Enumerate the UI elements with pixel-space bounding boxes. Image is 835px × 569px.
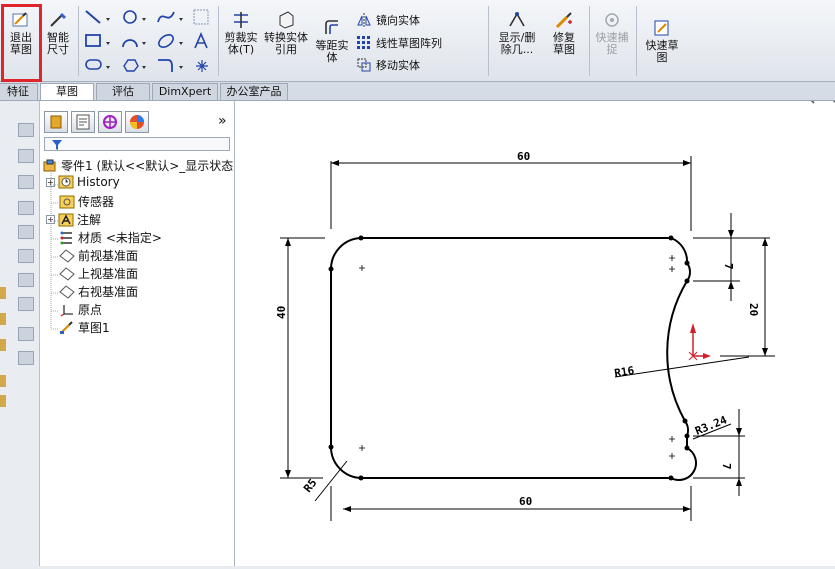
linear-pattern-button[interactable]: 线性草图阵列 bbox=[356, 35, 442, 51]
rectangle-icon[interactable] bbox=[85, 34, 101, 47]
quick-snaps-button[interactable]: 快速捕捉 bbox=[592, 10, 632, 56]
dim-text-right-mid[interactable]: 20 bbox=[747, 303, 760, 316]
dim-text-left[interactable]: 40 bbox=[275, 306, 288, 319]
trim-entities-button[interactable]: 剪裁实体(T) bbox=[220, 10, 262, 56]
slot-icon[interactable] bbox=[85, 59, 102, 70]
tree-item-label: 材质 <未指定> bbox=[78, 231, 162, 245]
view-zoom-area-icon[interactable] bbox=[822, 89, 835, 103]
mirror-icon bbox=[357, 13, 371, 27]
command-tabs: 特征 草图 评估 DimXpert 办公室产品 bbox=[0, 82, 835, 101]
tree-item-label: 原点 bbox=[78, 303, 103, 317]
dim-text-top[interactable]: 60 bbox=[517, 150, 530, 163]
tree-root-label: 零件1 (默认<<默认>_显示状态 bbox=[61, 159, 234, 173]
trim-icon bbox=[234, 12, 248, 28]
tree-item-label: History bbox=[77, 175, 120, 189]
tree-item-label: 右视基准面 bbox=[78, 285, 139, 299]
offset-icon bbox=[325, 20, 338, 34]
sketch-tools-grid bbox=[85, 9, 209, 72]
sketch-profile bbox=[330, 237, 697, 481]
tab-dimxpert[interactable]: DimXpert bbox=[152, 83, 218, 100]
linear-pattern-label: 线性草图阵列 bbox=[376, 37, 442, 50]
convert-entities-icon bbox=[279, 11, 294, 29]
rapid-sketch-button[interactable]: 快速草图 bbox=[640, 18, 684, 64]
tab-sketch[interactable]: 草图 bbox=[40, 83, 94, 100]
repair-label: 修复草图 bbox=[553, 31, 575, 56]
highlight-box bbox=[1, 4, 42, 82]
rapid-sketch-label: 快速草图 bbox=[645, 39, 679, 64]
panel-expand-button[interactable]: » bbox=[218, 113, 227, 129]
tree-item-label: 注解 bbox=[77, 213, 102, 227]
tree-item-label: 草图1 bbox=[78, 321, 110, 335]
tab-features[interactable]: 特征 bbox=[0, 83, 38, 100]
point-icon[interactable] bbox=[196, 60, 208, 72]
move-entities-button[interactable]: 移动实体 bbox=[356, 57, 420, 73]
dim-text-right-top[interactable]: 7 bbox=[722, 263, 735, 270]
circle-icon[interactable] bbox=[123, 10, 137, 24]
show-delete-label: 显示/删除几... bbox=[498, 31, 536, 56]
dim-text-right-bottom[interactable]: 7 bbox=[720, 463, 733, 470]
tab-evaluate[interactable]: 评估 bbox=[96, 83, 150, 100]
smart-dimension-icon bbox=[50, 12, 67, 27]
arc-icon[interactable] bbox=[122, 39, 138, 48]
quick-snap-label: 快速捕捉 bbox=[595, 31, 629, 56]
text-icon[interactable] bbox=[194, 31, 208, 49]
smart-dimension-label: 智能尺寸 bbox=[47, 31, 69, 56]
fillet-icon[interactable] bbox=[158, 59, 173, 72]
feature-manager-panel: » 零件1 (默认<<默认>_显示状态 + History 传感器 + 注解 材… bbox=[40, 101, 235, 566]
tree-item-label: 前视基准面 bbox=[78, 249, 139, 263]
convert-label: 转换实体引用 bbox=[264, 31, 308, 56]
smart-dimension-button[interactable]: 智能尺寸 bbox=[41, 10, 75, 56]
sketch-drawing: 60 60 40 7 20 7 R16 R3.24 R5 bbox=[275, 89, 835, 521]
trim-label: 剪裁实体(T) bbox=[224, 31, 258, 56]
leader-r16 bbox=[614, 356, 750, 378]
move-label: 移动实体 bbox=[376, 59, 420, 72]
grid-icon[interactable] bbox=[193, 9, 209, 25]
offset-label: 等距实体 bbox=[315, 39, 349, 64]
dim-text-r3[interactable]: R3.24 bbox=[693, 413, 729, 438]
configuration-icon bbox=[103, 115, 117, 129]
polygon-icon[interactable] bbox=[123, 59, 139, 72]
view-zoom-fit-icon[interactable] bbox=[800, 89, 815, 104]
display-manager-icon bbox=[130, 115, 144, 129]
mirror-label: 镜向实体 bbox=[376, 14, 420, 27]
dim-text-r16[interactable]: R16 bbox=[613, 364, 635, 380]
tree-item-label: 上视基准面 bbox=[78, 267, 139, 281]
command-manager-ribbon: 退出草图 智能尺寸 剪裁实体(T) 转换实体引用 等距实体 镜向实体 线性草图阵… bbox=[0, 0, 835, 82]
offset-entities-button[interactable]: 等距实体 bbox=[312, 18, 352, 64]
tree-item-label: 传感器 bbox=[78, 195, 115, 209]
graphics-area[interactable]: 60 60 40 7 20 7 R16 R3.24 R5 bbox=[235, 89, 835, 566]
display-manager-tab[interactable] bbox=[125, 111, 149, 133]
dim-text-bottom[interactable]: 60 bbox=[519, 495, 532, 508]
display-delete-relations-button[interactable]: 显示/删除几... bbox=[494, 10, 540, 56]
repair-sketch-icon bbox=[555, 12, 572, 29]
tab-office[interactable]: 办公室产品 bbox=[220, 83, 288, 100]
convert-entities-button[interactable]: 转换实体引用 bbox=[264, 10, 308, 56]
spline-icon[interactable] bbox=[157, 11, 175, 23]
configuration-manager-tab[interactable] bbox=[98, 111, 122, 133]
mirror-entities-button[interactable]: 镜向实体 bbox=[356, 12, 420, 28]
relations-icon bbox=[509, 12, 525, 27]
ellipse-icon[interactable] bbox=[157, 32, 176, 49]
task-strip bbox=[0, 101, 40, 566]
move-icon bbox=[357, 58, 371, 72]
dim-text-r5[interactable]: R5 bbox=[301, 476, 319, 494]
sketch-origin-icon bbox=[688, 323, 711, 361]
repair-sketch-button[interactable]: 修复草图 bbox=[542, 10, 586, 56]
quick-snap-icon bbox=[605, 13, 619, 27]
rapid-sketch-icon bbox=[654, 20, 669, 36]
tree-connector-lines bbox=[50, 167, 58, 330]
line-icon[interactable] bbox=[85, 10, 101, 24]
linear-pattern-icon bbox=[357, 36, 370, 49]
